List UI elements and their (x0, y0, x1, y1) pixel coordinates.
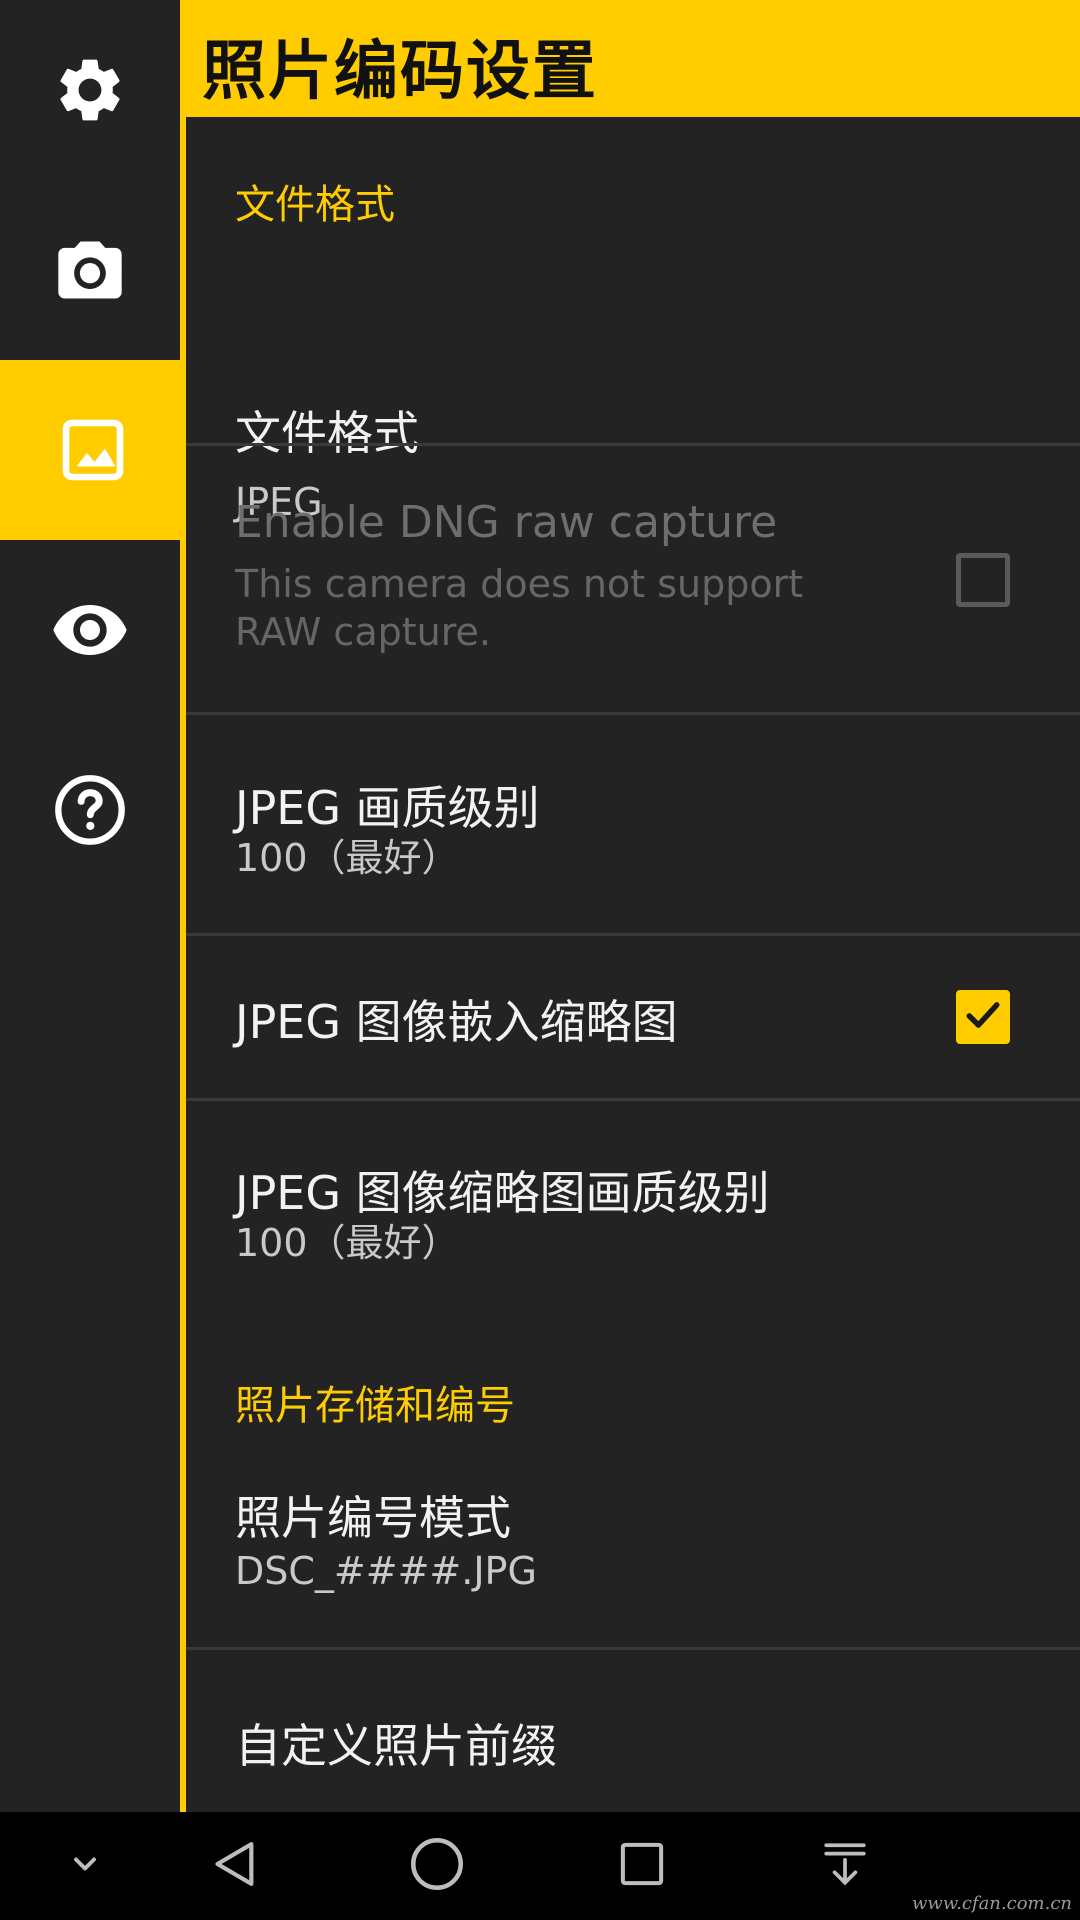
eye-icon (50, 590, 130, 670)
sidebar-item-image[interactable] (0, 360, 186, 540)
nav-hide-button[interactable] (40, 1812, 130, 1920)
image-icon (57, 414, 129, 486)
nav-recents-button[interactable] (597, 1812, 687, 1920)
back-icon (207, 1836, 263, 1896)
sidebar (0, 0, 186, 1812)
help-icon (52, 772, 128, 848)
settings-list[interactable]: 文件格式 文件格式 JPEG Enable DNG raw capture Th… (186, 117, 1080, 1812)
pref-jpeg-quality[interactable]: JPEG 画质级别 100（最好） (186, 715, 1080, 933)
pref-thumbnail-quality[interactable]: JPEG 图像缩略图画质级别 100（最好） (186, 1101, 1080, 1331)
pref-summary: 100（最好） (235, 1221, 460, 1265)
section-header-storage: 照片存储和编号 (235, 1383, 515, 1429)
pref-title: JPEG 画质级别 (235, 781, 540, 835)
pref-summary-line1: This camera does not support (235, 562, 804, 606)
navigation-bar: www.cfan.com.cn (0, 1812, 1080, 1920)
pref-title: JPEG 图像缩略图画质级别 (235, 1166, 770, 1220)
page-title: 照片编码设置 (202, 35, 598, 109)
sidebar-item-camera[interactable] (0, 180, 180, 360)
recents-icon (615, 1837, 669, 1895)
pref-title: JPEG 图像嵌入缩略图 (235, 995, 678, 1049)
nav-back-button[interactable] (190, 1812, 280, 1920)
pref-title: 照片编号模式 (235, 1491, 511, 1545)
watermark: www.cfan.com.cn (912, 1893, 1072, 1914)
chevron-down-icon (67, 1846, 103, 1886)
pref-dng-raw[interactable]: Enable DNG raw capture This camera does … (186, 446, 1080, 712)
sidebar-item-general-settings[interactable] (0, 0, 180, 180)
pref-summary-line2: RAW capture. (235, 610, 491, 654)
dng-raw-checkbox[interactable] (956, 553, 1010, 607)
screen: 照片编码设置 文件格式 文件格式 JPEG Enable DNG raw cap… (0, 0, 1080, 1920)
app-header: 照片编码设置 (186, 0, 1080, 117)
gear-icon (52, 52, 128, 128)
notification-pulldown-icon (820, 1839, 870, 1893)
home-icon (407, 1834, 467, 1898)
nav-notification-button[interactable] (800, 1812, 890, 1920)
sidebar-item-help[interactable] (0, 720, 180, 900)
pref-numbering-mode[interactable]: 照片编号模式 DSC_####.JPG (186, 1447, 1080, 1647)
checkmark-icon (961, 993, 1005, 1041)
pref-custom-prefix[interactable]: 自定义照片前缀 (186, 1650, 1080, 1812)
pref-summary: 100（最好） (235, 836, 460, 880)
pref-summary: DSC_####.JPG (235, 1549, 537, 1593)
camera-icon (52, 232, 128, 308)
pref-title: 自定义照片前缀 (235, 1719, 557, 1773)
section-header-file-format: 文件格式 (235, 182, 395, 228)
embed-thumbnail-checkbox[interactable] (956, 990, 1010, 1044)
pref-title: Enable DNG raw capture (235, 497, 778, 548)
sidebar-item-preview[interactable] (0, 540, 180, 720)
pref-embed-thumbnail[interactable]: JPEG 图像嵌入缩略图 (186, 936, 1080, 1098)
nav-home-button[interactable] (392, 1812, 482, 1920)
